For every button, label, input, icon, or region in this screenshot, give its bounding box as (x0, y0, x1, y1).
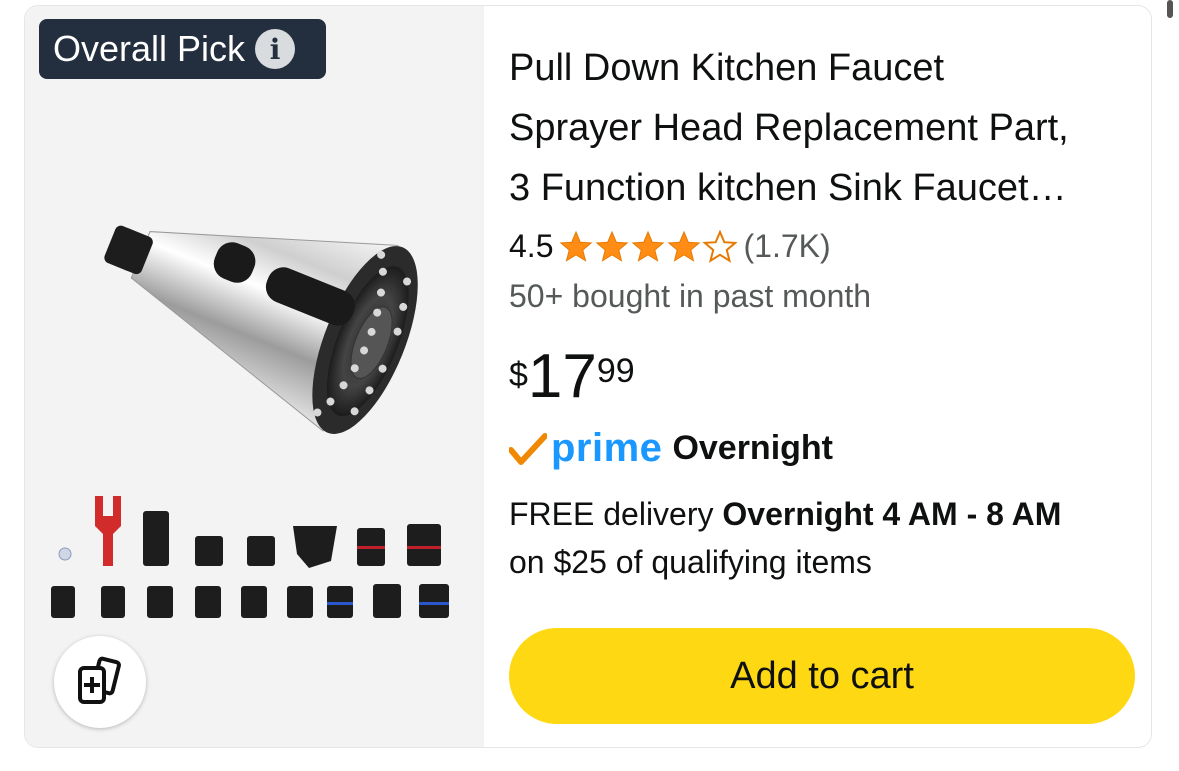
delivery-info: FREE delivery Overnight 4 AM - 8 AM on $… (509, 490, 1061, 586)
rating-value: 4.5 (509, 228, 554, 264)
compare-add-icon (78, 656, 121, 704)
badge-label: Overall Pick (53, 28, 246, 69)
product-title[interactable]: Pull Down Kitchen Faucet Sprayer Head Re… (509, 38, 1139, 218)
prime-logo-text: prime (551, 426, 663, 470)
price-fraction: 99 (596, 352, 635, 390)
scrollbar[interactable] (1167, 0, 1173, 18)
prime-badge: prime Overnight (509, 426, 833, 471)
price-whole: 17 (527, 342, 597, 411)
prime-delivery-label: Overnight (672, 429, 834, 467)
delivery-prefix: FREE delivery (509, 496, 723, 532)
delivery-window: Overnight 4 AM - 8 AM (722, 496, 1062, 532)
star-rating-icon (560, 230, 737, 262)
rating-count[interactable]: (1.7K) (743, 228, 830, 265)
overall-pick-badge[interactable]: Overall Pick i (39, 19, 326, 79)
product-card[interactable]: Overall Pick i Pull Down Kitchen Faucet … (24, 5, 1152, 748)
info-icon[interactable]: i (255, 29, 296, 69)
price-currency: $ (509, 356, 528, 394)
product-image-area[interactable]: Overall Pick i (25, 6, 484, 747)
bought-in-past-month: 50+ bought in past month (509, 278, 872, 314)
rating-row[interactable]: 4.5 (1.7K) (509, 228, 831, 265)
product-info: Pull Down Kitchen Faucet Sprayer Head Re… (509, 6, 1151, 747)
price: $ 17 99 (509, 344, 635, 410)
add-to-cart-button[interactable]: Add to cart (509, 628, 1135, 724)
delivery-threshold: on $25 of qualifying items (509, 544, 872, 580)
compare-add-button[interactable] (54, 636, 146, 728)
prime-check-icon (509, 432, 547, 465)
